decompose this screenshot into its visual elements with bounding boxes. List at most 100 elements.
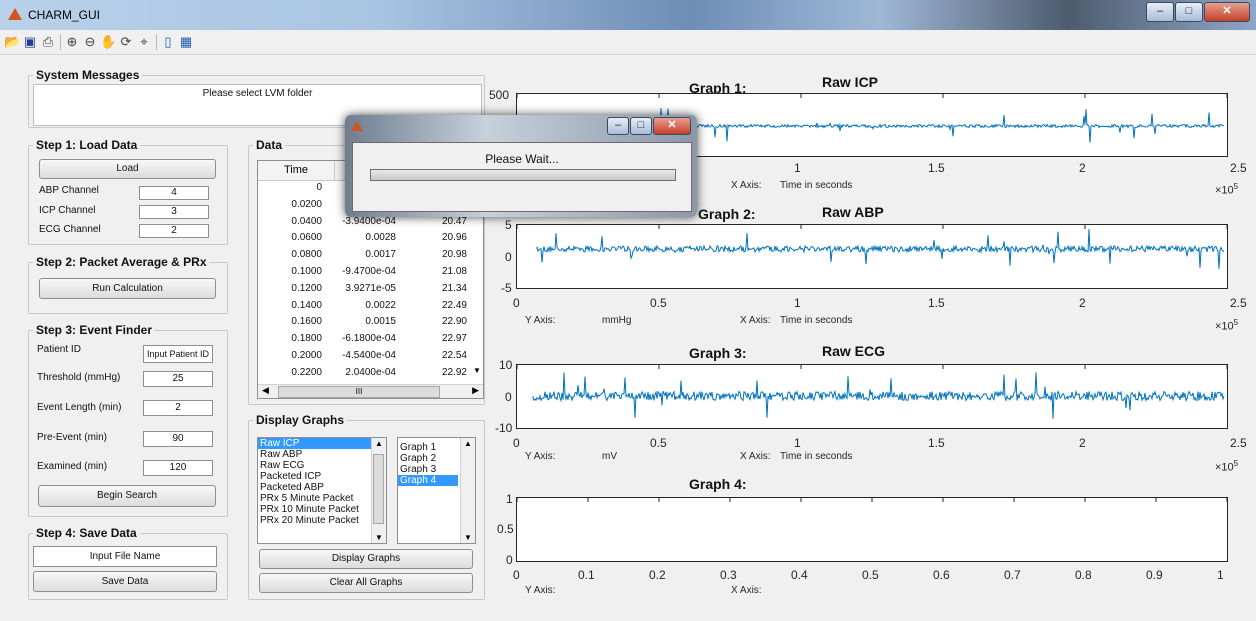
scroll-down-arrow-icon[interactable]: ▼ [464,533,472,542]
step4-title: Step 4: Save Data [33,526,140,540]
graph2-x-tick: 0.5 [650,296,667,310]
graph1-x-tick: 2 [1079,161,1086,175]
legend-icon[interactable]: ▦ [178,34,194,50]
graph-listbox[interactable]: Graph 1 Graph 2 Graph 3 Graph 4 ▲ ▼ [397,437,476,544]
table-cell: -4.5400e-04 [342,350,396,361]
figure-toolbar: 📂 ▣ ⎙ ⊕ ⊖ ✋ ⟳ ⌖ ▯ ▦ [0,30,1256,55]
table-cell: 22.97 [441,333,467,345]
minimize-button[interactable]: – [1146,2,1174,22]
display-graphs-button[interactable]: Display Graphs [259,549,473,569]
patient-id-field[interactable]: Input Patient ID [143,345,213,363]
graph-list-item[interactable]: Graph 1 [398,442,458,453]
graph1-y-tick: 500 [489,88,510,102]
table-row[interactable]: 0.0600 0.0028 20.96 [258,230,483,246]
table-row[interactable]: 0.1600 0.0015 22.90 [258,314,483,330]
graph-list-item[interactable]: Graph 4 [398,475,458,486]
table-cell: 21.34 [441,282,467,294]
pre-event-field[interactable]: 90 [143,431,213,447]
signal-list-item[interactable]: Raw ICP [258,438,386,449]
vscroll-thumb[interactable] [373,454,384,524]
table-row[interactable]: 0.1800 -6.1800e-04 22.97 [258,331,483,347]
signal-list-item[interactable]: Raw ECG [258,460,386,471]
graph1-x-axis-value: Time in seconds [780,180,853,191]
table-row[interactable]: 0.1200 3.9271e-05 21.34 [258,281,483,297]
scroll-up-arrow-icon[interactable]: ▲ [375,439,383,448]
scroll-right-arrow-icon[interactable]: ▶ [472,385,479,396]
clear-all-graphs-button[interactable]: Clear All Graphs [259,573,473,593]
graph1-name: Raw ICP [822,74,879,90]
signal-list-item[interactable]: Packeted ABP [258,482,386,493]
horizontal-scrollbar[interactable]: ◀ III ▶ [258,384,483,398]
colorbar-icon[interactable]: ▯ [160,34,176,50]
signal-listbox[interactable]: Raw ICP Raw ABP Raw ECG Packeted ICP Packete… [257,437,387,544]
graph3-x-tick: 1.5 [928,436,945,450]
dialog-minimize-button[interactable]: – [607,117,629,135]
dialog-close-button[interactable]: ✕ [653,117,691,135]
begin-search-button[interactable]: Begin Search [38,485,216,507]
signal-list-item[interactable]: PRx 5 Minute Packet [258,493,386,504]
graph-list-scrollbar[interactable]: ▲ ▼ [460,438,475,543]
run-calculation-button[interactable]: Run Calculation [39,278,216,299]
table-row[interactable]: 0.2000 -4.5400e-04 22.54 [258,348,483,364]
app-window: CHARM_GUI – □ ✕ 📂 ▣ ⎙ ⊕ ⊖ ✋ ⟳ ⌖ ▯ ▦ Syst… [0,0,1256,621]
zoom-in-icon[interactable]: ⊕ [64,34,80,50]
signal-list-item[interactable]: PRx 20 Minute Packet [258,515,386,526]
load-button[interactable]: Load [39,159,216,179]
abp-channel-field[interactable]: 4 [139,186,209,200]
file-name-field[interactable]: Input File Name [33,546,217,567]
table-row[interactable]: 0.1400 0.0022 22.49 [258,298,483,314]
table-cell: 0.1400 [291,299,322,311]
table-row[interactable]: 0.2200 2.0400e-04 22.92 [258,365,483,381]
hscroll-thumb[interactable]: III [278,386,440,398]
graph4-x-tick: 0.7 [1004,568,1021,582]
table-vertical-scrollbar[interactable]: ▼ [471,366,483,382]
graph2-x-tick: 0 [513,296,520,310]
data-cursor-icon[interactable]: ⌖ [136,34,152,50]
table-cell: 22.54 [441,350,467,361]
table-row[interactable]: 0.0800 0.0017 20.98 [258,247,483,263]
signal-list-item[interactable]: Packeted ICP [258,471,386,482]
signal-list-item[interactable]: Raw ABP [258,449,386,460]
table-row[interactable]: 0.1000 -9.4700e-04 21.08 [258,264,483,280]
close-button[interactable]: ✕ [1204,2,1250,22]
step1-title: Step 1: Load Data [33,138,141,152]
signal-list-item[interactable]: PRx 10 Minute Packet [258,504,386,515]
scroll-down-arrow-icon[interactable]: ▼ [375,533,383,542]
icp-channel-field[interactable]: 3 [139,205,209,219]
graph2-label: Graph 2: [698,206,756,222]
zoom-out-icon[interactable]: ⊖ [82,34,98,50]
graph2-x-tick: 2.5 [1230,296,1247,310]
examined-field[interactable]: 120 [143,460,213,476]
table-cell: 20.47 [441,215,467,227]
scroll-up-arrow-icon[interactable]: ▲ [464,439,472,448]
graph-list-item[interactable]: Graph 2 [398,453,458,464]
threshold-field[interactable]: 25 [143,371,213,387]
toolbar-separator [156,34,157,50]
graph-list-item[interactable]: Graph 3 [398,464,458,475]
save-icon[interactable]: ▣ [22,34,38,50]
ecg-channel-field[interactable]: 2 [139,224,209,238]
save-data-button[interactable]: Save Data [33,571,217,592]
graph2-x-tick: 2 [1079,296,1086,310]
progress-bar [370,169,676,181]
graph2-axes[interactable] [516,224,1228,289]
graph3-axes[interactable] [516,364,1228,429]
graph1-x-tick: 1.5 [928,161,945,175]
dialog-maximize-button[interactable]: □ [630,117,652,135]
scroll-left-arrow-icon[interactable]: ◀ [262,385,269,396]
print-icon[interactable]: ⎙ [40,34,56,50]
signal-list-scrollbar[interactable]: ▲ ▼ [371,438,386,543]
dialog-window-controls: – □ ✕ [606,117,691,135]
rotate-3d-icon[interactable]: ⟳ [118,34,134,50]
graph3-x-tick: 2 [1079,436,1086,450]
graph4-axes[interactable] [516,497,1228,562]
open-file-icon[interactable]: 📂 [4,34,20,50]
event-length-field[interactable]: 2 [143,400,213,416]
step2-title: Step 2: Packet Average & PRx [33,255,210,269]
table-cell: 0.1600 [291,316,322,328]
matlab-icon [351,121,363,131]
pan-icon[interactable]: ✋ [100,34,116,50]
table-cell: 3.9271e-05 [345,282,396,294]
maximize-button[interactable]: □ [1175,2,1203,22]
toolbar-separator [60,34,61,50]
